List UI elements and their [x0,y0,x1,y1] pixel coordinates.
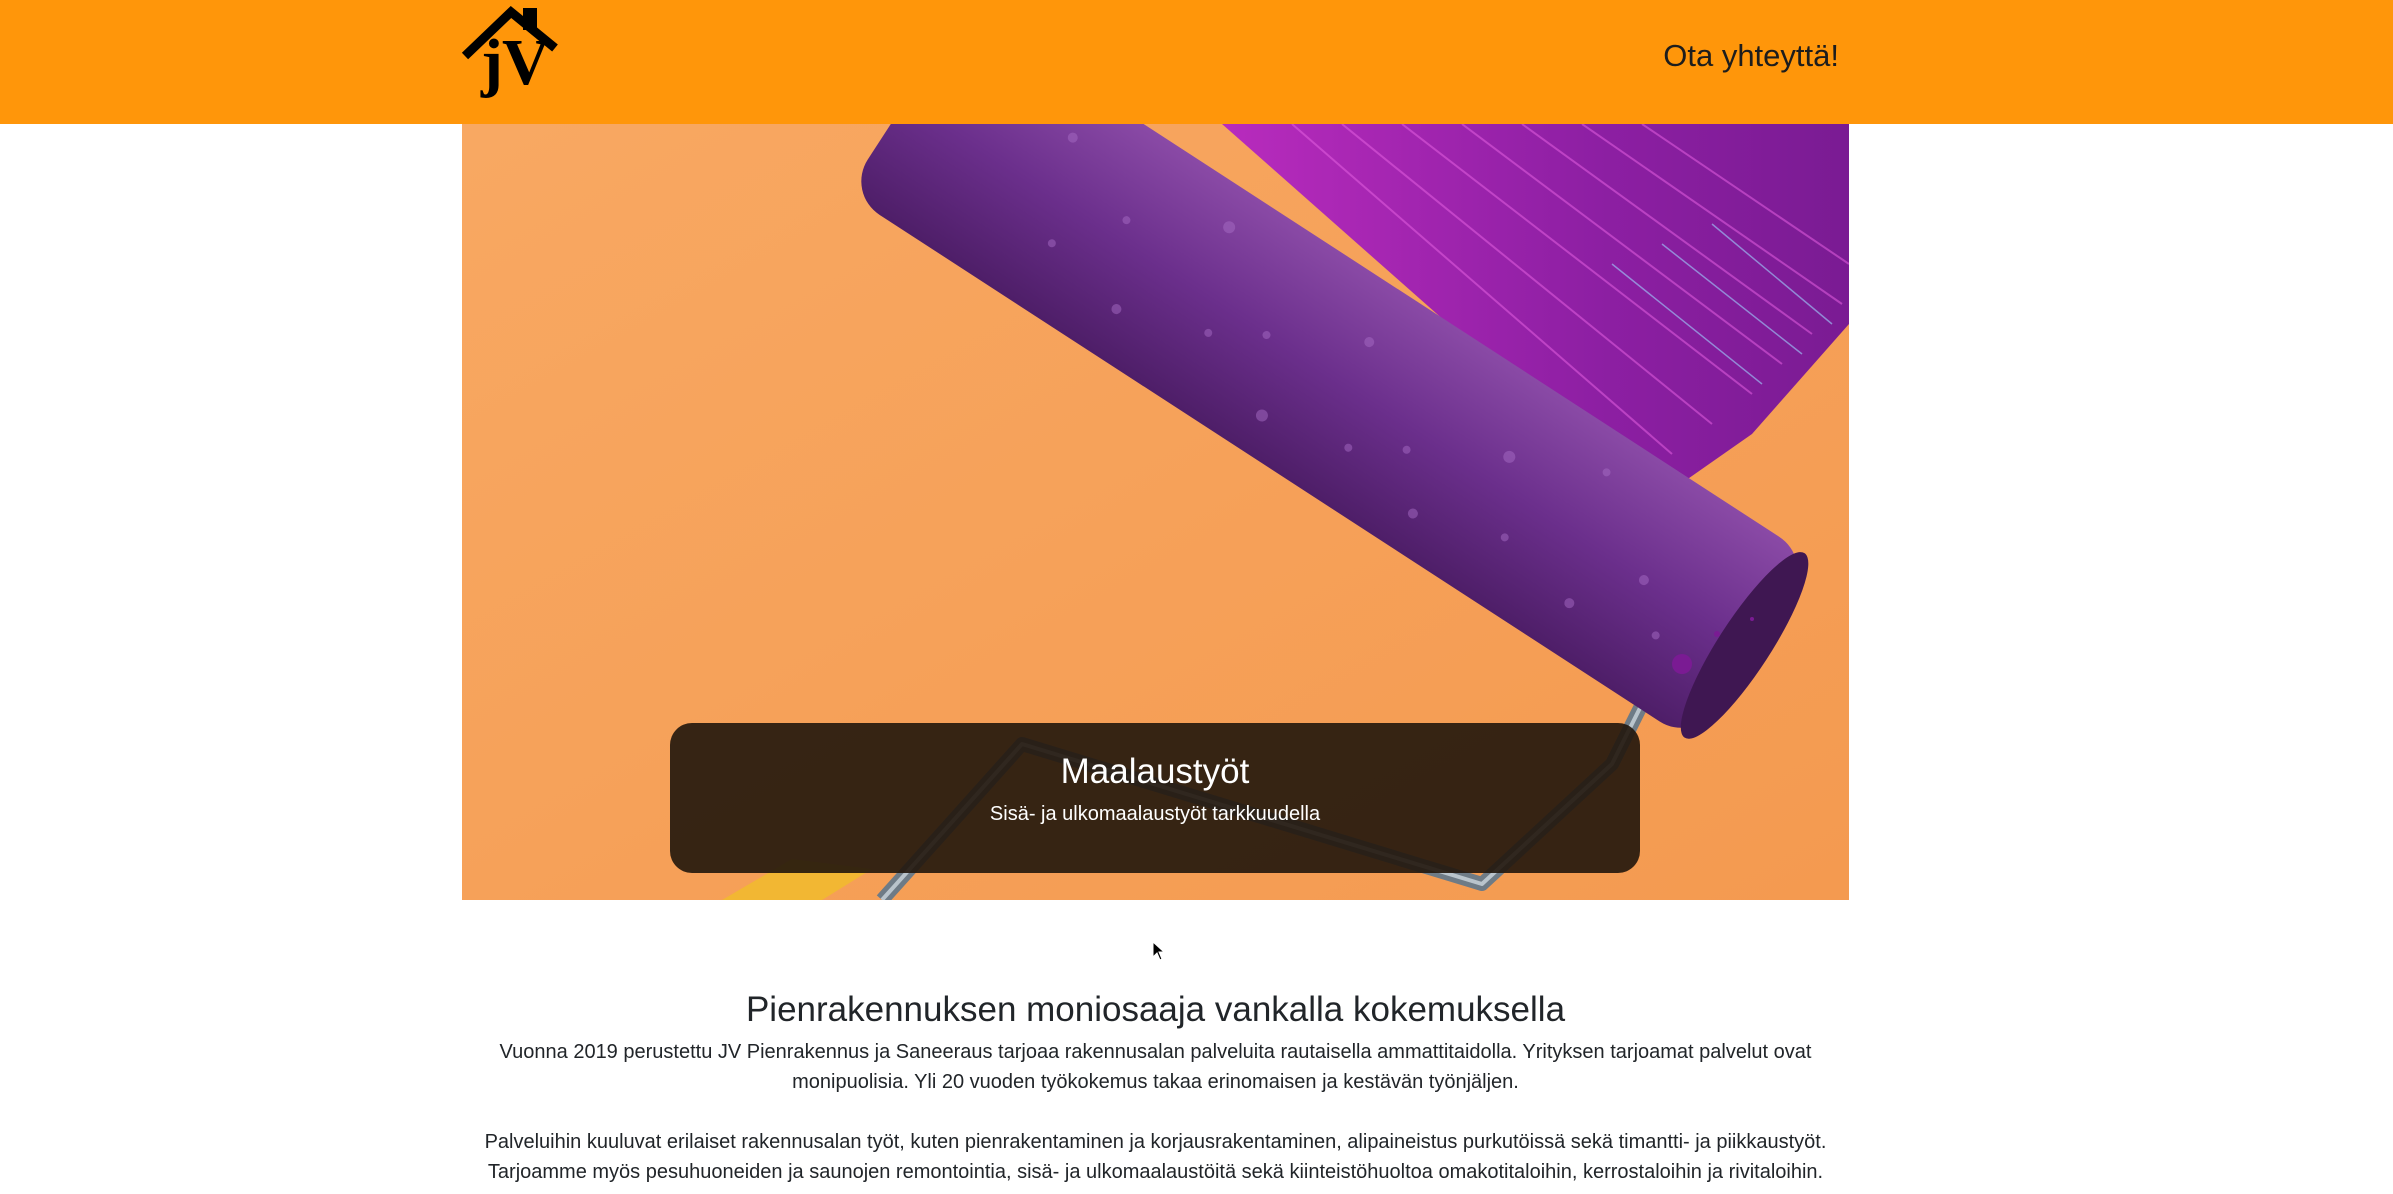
services-paragraph-line: Tarjoamme myös pesuhuoneiden ja saunojen… [487,1161,1824,1183]
site-header: jV Ota yhteyttä! [0,0,2393,124]
services-paragraph-line: Palveluihin kuuluvat erilaiset rakennusa… [484,1131,1827,1153]
logo-text: jV [481,26,550,99]
caption-subtitle: Sisä- ja ulkomaalaustyöt tarkkuudella [989,803,1321,825]
caption-title: Maalaustyöt [1060,752,1250,791]
intro-section: Pienrakennuksen moniosaaja vankalla koke… [462,985,1849,1187]
intro-heading: Pienrakennuksen moniosaaja vankalla koke… [745,990,1566,1029]
intro-paragraph-line: monipuolisia. Yli 20 vuoden työkokemus t… [792,1071,1519,1093]
logo-link[interactable]: jV [461,6,567,110]
mouse-cursor-icon [1152,941,1166,961]
intro-paragraph: Vuonna 2019 perustettu JV Pienrakennus j… [462,1037,1849,1097]
intro-paragraph-line: Vuonna 2019 perustettu JV Pienrakennus j… [499,1041,1812,1063]
hero-carousel: Maalaustyöt Sisä- ja ulkomaalaustyöt tar… [462,124,1849,900]
services-paragraph: Palveluihin kuuluvat erilaiset rakennusa… [462,1127,1849,1187]
contact-link[interactable]: Ota yhteyttä! [1663,38,1839,74]
carousel-caption: Maalaustyöt Sisä- ja ulkomaalaustyöt tar… [670,723,1640,873]
